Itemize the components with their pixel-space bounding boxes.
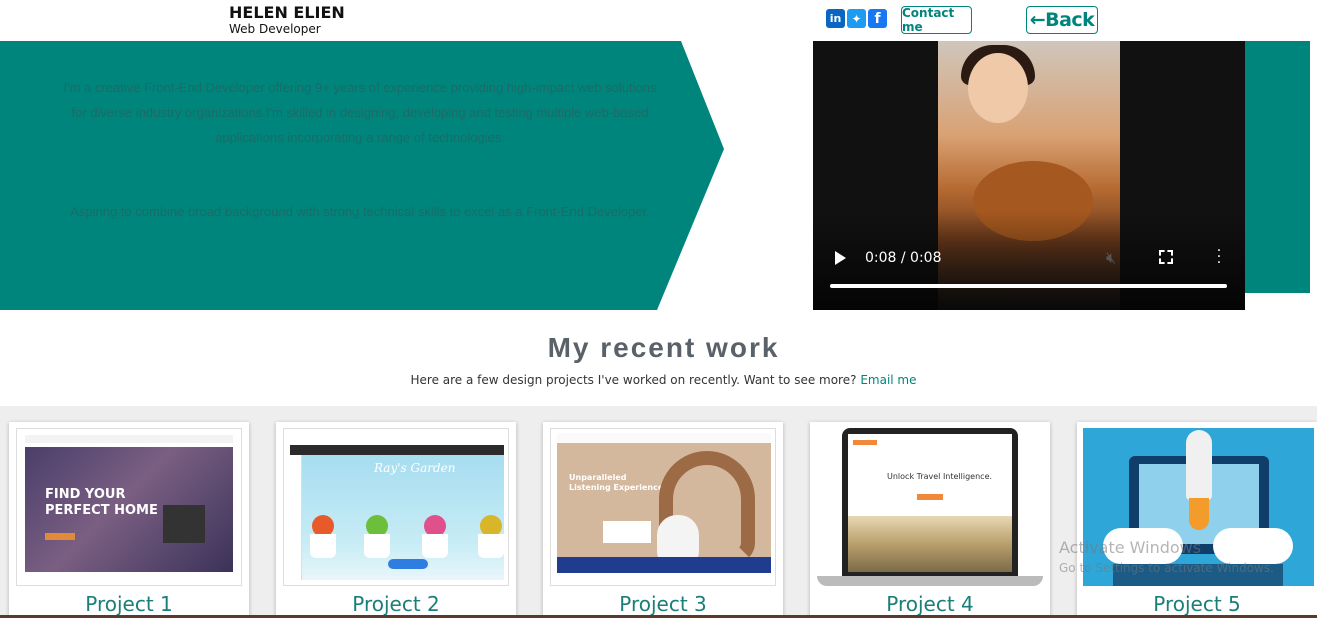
brand-role: Web Developer: [229, 22, 321, 36]
video-frame-detail: [968, 53, 1028, 123]
project-card[interactable]: Unlock Travel Intelligence. Project 4: [810, 422, 1050, 618]
thumb-pot: [310, 534, 336, 558]
project-card[interactable]: Unparalleled Listening Experience Projec…: [543, 422, 783, 618]
project-card[interactable]: Project 5: [1077, 422, 1317, 618]
email-me-link[interactable]: Email me: [860, 373, 916, 387]
project-card[interactable]: FIND YOUR PERFECT HOME Project 1: [9, 422, 249, 618]
thumb-hero-image: [848, 516, 1012, 572]
project-title[interactable]: Project 2: [276, 592, 516, 616]
project-thumbnail[interactable]: Unparalleled Listening Experience: [550, 428, 776, 586]
watermark-title: Activate Windows: [1059, 538, 1202, 557]
linkedin-icon[interactable]: in: [826, 9, 845, 28]
thumb-player: [603, 521, 651, 543]
thumb-heading: Unlock Travel Intelligence.: [887, 472, 993, 481]
thumb-pot: [422, 534, 448, 558]
watermark-subtitle: Go to Settings to activate Windows.: [1059, 561, 1274, 575]
thumb-pot: [364, 534, 390, 558]
play-icon[interactable]: [835, 251, 846, 265]
intro-video[interactable]: 0:08 / 0:08 🔇︎ · · ·: [813, 41, 1245, 310]
back-button[interactable]: ←Back: [1026, 6, 1098, 34]
section-subtitle: Here are a few design projects I've work…: [0, 373, 1317, 387]
project-thumbnail[interactable]: Ray's Garden: [283, 428, 509, 586]
contact-me-button[interactable]: Contact me: [901, 6, 972, 34]
thumb-heading: Unparalleled Listening Experience: [569, 473, 664, 492]
thumb-toolbar: [557, 433, 771, 443]
windows-activation-watermark: Activate Windows Go to Settings to activ…: [1059, 538, 1274, 575]
thumb-sidebar: [290, 455, 302, 580]
facebook-icon[interactable]: f: [868, 9, 887, 28]
thumb-logo: [853, 440, 877, 445]
thumb-flame: [1189, 498, 1209, 530]
hero-aspiration: Aspiring to combine broad background wit…: [70, 204, 650, 219]
section-title: My recent work: [547, 332, 780, 363]
thumb-contact-box: [163, 505, 205, 543]
project-thumbnail[interactable]: Unlock Travel Intelligence.: [817, 428, 1043, 586]
twitter-icon[interactable]: ✦: [847, 9, 866, 28]
social-links: in ✦ f: [826, 9, 889, 28]
thumb-toolbar: [290, 445, 504, 455]
video-progress-bar[interactable]: [830, 284, 1227, 288]
thumb-button: [45, 533, 75, 540]
hero-intro: I'm a creative Front-End Developer offer…: [63, 80, 657, 145]
project-thumbnail[interactable]: FIND YOUR PERFECT HOME: [16, 428, 242, 586]
muted-icon[interactable]: 🔇︎: [1106, 248, 1116, 268]
hero-banner: I'm a creative Front-End Developer offer…: [0, 41, 724, 310]
rocket-icon: [1186, 430, 1212, 500]
brand-name: HELEN ELIEN: [229, 3, 345, 22]
brand: HELEN ELIEN Web Developer: [229, 3, 345, 37]
project-title[interactable]: Project 5: [1077, 592, 1317, 616]
thumb-pot: [478, 534, 504, 558]
more-options-icon[interactable]: · · ·: [1216, 244, 1222, 270]
hero-accent-bar: [1245, 41, 1310, 293]
thumb-button: [917, 494, 943, 500]
project-card[interactable]: Ray's Garden Project 2: [276, 422, 516, 618]
project-title[interactable]: Project 1: [9, 592, 249, 616]
project-title[interactable]: Project 3: [543, 592, 783, 616]
thumb-heading: Ray's Garden: [374, 461, 456, 475]
video-time: 0:08 / 0:08: [865, 250, 942, 266]
thumb-add-section-button: [388, 559, 428, 569]
section-subtitle-text: Here are a few design projects I've work…: [410, 373, 857, 387]
thumb-heading: FIND YOUR PERFECT HOME: [45, 487, 158, 518]
thumb-nav: [25, 435, 233, 443]
project-title[interactable]: Project 4: [810, 592, 1050, 616]
thumb-footer: [557, 557, 771, 573]
thumb-laptop-base: [817, 576, 1043, 586]
